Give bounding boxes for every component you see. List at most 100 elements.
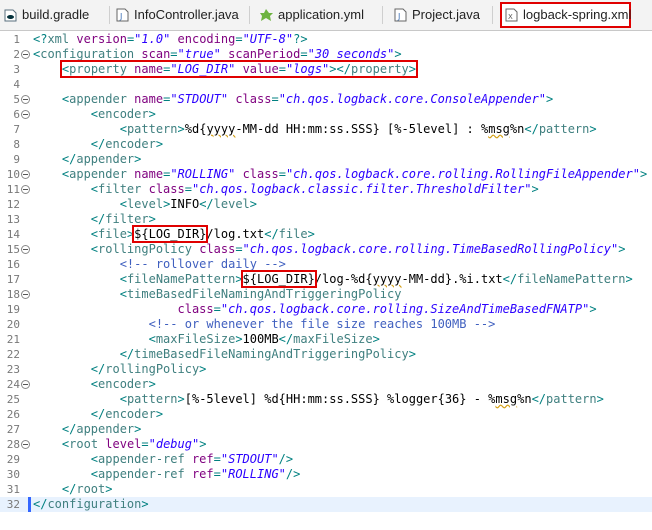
code-line[interactable]: 18 <timeBasedFileNamingAndTriggeringPoli…	[0, 287, 652, 302]
code-line[interactable]: 1 <?xml version="1.0" encoding="UTF-8"?>	[0, 32, 652, 47]
code-token: >	[372, 332, 380, 346]
code-line[interactable]: 3 <property name="LOG_DIR" value="logs">…	[0, 60, 652, 78]
code-text: </encoder>	[33, 137, 163, 152]
code-line[interactable]: 26 </encoder>	[0, 407, 652, 422]
code-text: <!-- rollover daily -->	[33, 257, 286, 272]
code-line[interactable]: 13 </filter>	[0, 212, 652, 227]
fold-toggle-icon[interactable]	[21, 110, 30, 119]
tab-label: InfoController.java	[134, 7, 239, 22]
code-token: filter	[98, 182, 149, 196]
code-line[interactable]: 12 <level>INFO</level>	[0, 197, 652, 212]
fold-toggle-icon[interactable]	[21, 185, 30, 194]
code-token: >	[531, 182, 539, 196]
code-line[interactable]: 6 <encoder>	[0, 107, 652, 122]
code-token: pattern	[546, 392, 597, 406]
code-token: >	[155, 407, 164, 421]
code-token: "1.0"	[134, 32, 171, 46]
code-token: %n	[509, 122, 525, 136]
code-token: ></	[329, 62, 351, 76]
code-token: =	[213, 452, 221, 466]
code-text: <root level="debug">	[33, 437, 207, 452]
code-line[interactable]: 14 <file>${LOG_DIR}/log.txt</file>	[0, 225, 652, 243]
code-text: <?xml version="1.0" encoding="UTF-8"?>	[33, 32, 308, 47]
highlight-box: ${LOG_DIR}	[240, 270, 317, 288]
code-token: >	[177, 392, 185, 406]
editor-tab-bar: build.gradle J InfoController.java appli…	[0, 0, 652, 31]
code-line[interactable]: 22 </timeBasedFileNamingAndTriggeringPol…	[0, 347, 652, 362]
code-line[interactable]: 28 <root level="debug">	[0, 437, 652, 452]
fold-toggle-icon[interactable]	[21, 170, 30, 179]
code-token: </	[524, 122, 539, 136]
code-token: </	[33, 497, 48, 511]
code-token: version	[76, 32, 127, 46]
code-token: >	[155, 137, 164, 151]
code-line[interactable]: 27 </appender>	[0, 422, 652, 437]
code-token: encoder	[98, 107, 149, 121]
code-token: >	[589, 302, 597, 316]
code-token: ref	[191, 452, 214, 466]
code-line[interactable]: 15 <rollingPolicy class="ch.qos.logback.…	[0, 242, 652, 257]
line-number: 29	[6, 453, 20, 466]
code-line[interactable]: 10 <appender name="ROLLING" class="ch.qo…	[0, 167, 652, 182]
code-token: "STDOUT"	[220, 452, 279, 466]
code-line[interactable]: 2 <configuration scan="true" scanPeriod="…	[0, 47, 652, 62]
code-text: <maxFileSize>100MB</maxFileSize>	[33, 332, 380, 347]
line-number: 10	[6, 168, 20, 181]
code-token: <!-- rollover daily -->	[119, 257, 286, 271]
code-editor[interactable]: 1 <?xml version="1.0" encoding="UTF-8"?> 2…	[0, 31, 652, 530]
code-token: <	[90, 377, 99, 391]
fold-toggle-icon[interactable]	[21, 95, 30, 104]
line-number: 6	[13, 108, 20, 121]
code-line[interactable]: 31 </root>	[0, 482, 652, 497]
code-line[interactable]: 23 </rollingPolicy>	[0, 362, 652, 377]
code-text: <encoder>	[33, 377, 156, 392]
code-line[interactable]: 30 <appender-ref ref="ROLLING"/>	[0, 467, 652, 482]
code-token: >	[625, 272, 633, 286]
fold-toggle-icon[interactable]	[21, 245, 30, 254]
code-line[interactable]: 24 <encoder>	[0, 377, 652, 392]
code-line[interactable]: 4	[0, 77, 652, 92]
code-token: <	[90, 182, 99, 196]
fold-toggle-icon[interactable]	[21, 50, 30, 59]
code-token: >	[148, 212, 156, 226]
code-token: name	[134, 167, 164, 181]
code-text: </appender>	[33, 422, 141, 437]
code-line[interactable]: 29 <appender-ref ref="STDOUT"/>	[0, 452, 652, 467]
tab-logback-spring-xml[interactable]: X logback-spring.xml	[500, 2, 631, 28]
code-text: <filter class="ch.qos.logback.classic.fi…	[33, 182, 539, 197]
code-line[interactable]: 16 <!-- rollover daily -->	[0, 257, 652, 272]
current-line-marker	[28, 497, 31, 512]
fold-toggle-icon[interactable]	[21, 440, 30, 449]
code-line[interactable]: 7 <pattern>%d{yyyy-MM-dd HH:mm:ss.SSS} […	[0, 122, 652, 137]
code-line[interactable]: 19 class="ch.qos.logback.core.rolling.Si…	[0, 302, 652, 317]
code-token: >	[596, 392, 604, 406]
fold-toggle-icon[interactable]	[21, 290, 30, 299]
code-token: "ch.qos.logback.core.ConsoleAppender"	[278, 92, 547, 106]
code-line[interactable]: 32 </configuration>	[0, 497, 652, 512]
code-line[interactable]: 8 </encoder>	[0, 137, 652, 152]
code-line[interactable]: 21 <maxFileSize>100MB</maxFileSize>	[0, 332, 652, 347]
code-token: <	[119, 287, 127, 301]
code-line[interactable]: 25 <pattern>[%-5level] %d{HH:mm:ss.SSS} …	[0, 392, 652, 407]
code-token: >	[177, 122, 185, 136]
code-token: =	[278, 62, 286, 76]
code-line[interactable]: 5 <appender name="STDOUT" class="ch.qos.…	[0, 92, 652, 107]
code-line[interactable]: 11 <filter class="ch.qos.logback.classic…	[0, 182, 652, 197]
code-text: </timeBasedFileNamingAndTriggeringPolicy…	[33, 347, 416, 362]
code-token: >	[141, 497, 149, 511]
fold-toggle-icon[interactable]	[21, 380, 30, 389]
code-token: root	[76, 482, 106, 496]
code-line[interactable]: 17 <fileNamePattern>${LOG_DIR}/log-%d{yy…	[0, 270, 652, 288]
code-token: ${LOG_DIR}	[242, 272, 315, 286]
code-token: =	[235, 32, 243, 46]
code-line[interactable]: 20 <!-- or whenever the file size reache…	[0, 317, 652, 332]
code-token: >	[105, 482, 113, 496]
code-token: property	[350, 62, 409, 76]
code-token: >	[235, 272, 243, 286]
line-number: 17	[6, 273, 20, 286]
code-line[interactable]: 9 </appender>	[0, 152, 652, 167]
code-text: </filter>	[33, 212, 156, 227]
